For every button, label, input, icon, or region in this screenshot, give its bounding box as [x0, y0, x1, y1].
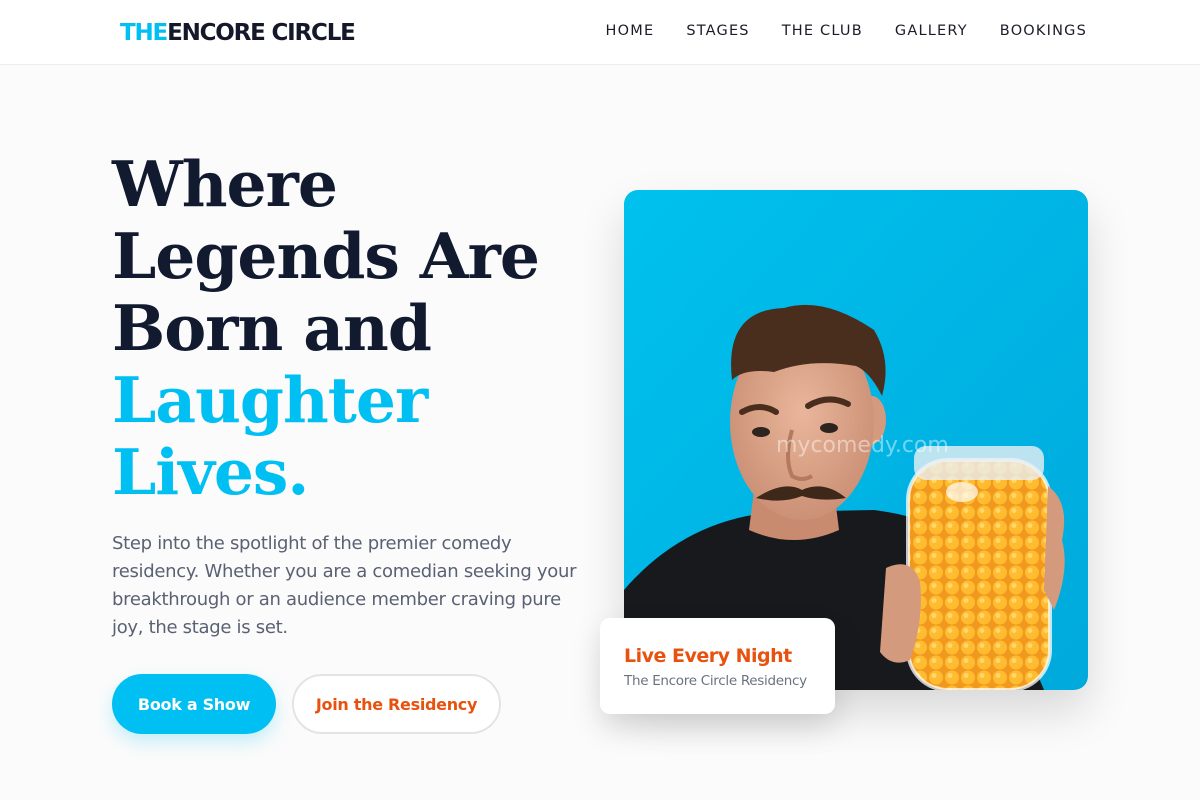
nav-item-the-club[interactable]: THE CLUB: [782, 21, 863, 41]
live-badge-card: Live Every Night The Encore Circle Resid…: [600, 618, 835, 714]
badge-subtitle: The Encore Circle Residency: [624, 673, 807, 689]
logo-main: ENCORE CIRCLE: [167, 20, 356, 46]
logo-accent: THE: [120, 20, 168, 46]
hero-image: mycomedy.com: [624, 190, 1088, 690]
site-header: THEENCORE CIRCLE HOME STAGES THE CLUB GA…: [0, 0, 1200, 65]
hero-headline: Where Legends Are Born and Laughter Live…: [112, 148, 592, 508]
headline-highlight: Laughter Lives.: [112, 363, 428, 509]
nav-item-home[interactable]: HOME: [606, 21, 655, 41]
book-show-button[interactable]: Book a Show: [112, 674, 276, 734]
logo[interactable]: THEENCORE CIRCLE: [120, 19, 356, 47]
hero-subtext: Step into the spotlight of the premier c…: [112, 533, 577, 638]
headline-line-1: Where: [112, 147, 338, 221]
headline-line-2: Legends Are Born and: [112, 219, 540, 365]
nav-item-stages[interactable]: STAGES: [686, 21, 749, 41]
nav-item-gallery[interactable]: GALLERY: [895, 21, 968, 41]
image-watermark: mycomedy.com: [776, 433, 949, 458]
main-nav: HOME STAGES THE CLUB GALLERY BOOKINGS: [606, 21, 1087, 41]
badge-title: Live Every Night: [624, 645, 792, 667]
nav-item-bookings[interactable]: BOOKINGS: [1000, 21, 1087, 41]
join-residency-button[interactable]: Join the Residency: [292, 674, 501, 734]
